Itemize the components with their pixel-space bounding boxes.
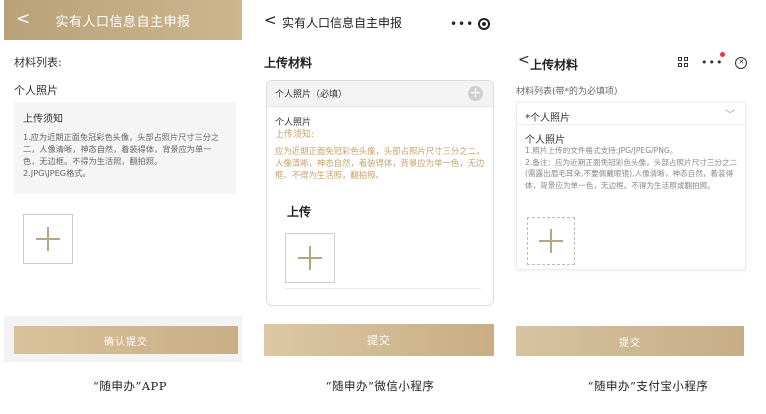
alipay-header: < 上传材料: [512, 0, 762, 72]
plus-icon: [298, 246, 322, 270]
page-title: 实有人口信息自主申报: [282, 16, 403, 30]
mini-program-capsule: •••: [444, 12, 496, 36]
add-photo-button[interactable]: [285, 233, 335, 283]
page-title: 上传材料: [530, 58, 579, 72]
add-photo-button[interactable]: [527, 217, 575, 265]
confirm-submit-button[interactable]: 确认提交: [14, 326, 238, 354]
page-title: 实有人口信息自主申报: [55, 14, 191, 30]
material-card: 个人照片（必填） + 个人照片 上传须知: 应为近期正面免冠彩色头像，头部占照片…: [266, 80, 494, 306]
chevron-down-icon: ﹀: [725, 110, 735, 121]
scan-icon[interactable]: [678, 57, 689, 68]
more-dots-icon[interactable]: •••: [450, 17, 474, 31]
materials-label: 材料列表:: [14, 56, 62, 69]
plus-circle-icon[interactable]: +: [468, 86, 483, 101]
chevron-left-icon[interactable]: <: [264, 11, 277, 29]
notification-dot: [720, 52, 726, 57]
caption-alipay: “随申办”支付宝小程序: [587, 379, 709, 393]
divider: [285, 288, 481, 289]
chevron-left-icon[interactable]: <: [518, 52, 530, 68]
item-description: 应为近期正面免冠彩色头像，头部占照片尺寸三分之二，人像清晰，神态自然，着装得体，…: [275, 146, 485, 180]
chevron-left-icon[interactable]: <: [16, 9, 30, 29]
close-circle-icon[interactable]: ✕: [735, 56, 748, 69]
material-select[interactable]: *个人照片 ﹀: [517, 103, 745, 125]
item-subtitle: 上传须知:: [275, 130, 315, 140]
add-photo-button[interactable]: [23, 214, 73, 264]
materials-list-label: 材料列表(带*的为必填项): [516, 87, 618, 97]
submit-button[interactable]: 提交: [264, 324, 494, 356]
app-screen: < 实有人口信息自主申报 材料列表: 个人照片 上传须知 1.应为近期正面免冠彩…: [4, 0, 242, 362]
more-dots-icon[interactable]: •••: [701, 52, 726, 69]
caption-app: “随申办”APP: [92, 379, 168, 393]
more-glyph: •••: [701, 56, 724, 69]
upload-label: 上传: [287, 205, 312, 219]
card-header: 个人照片（必填） +: [267, 81, 493, 107]
material-card: *个人照片 ﹀ 个人照片 1.照片上传的文件格式支持:JPG/JPEG/PNG。…: [516, 102, 746, 270]
plus-icon: [539, 229, 563, 253]
notice-body: 1.应为近期正面免冠彩色头像，头部占照片尺寸三分之二，人像清晰，神态自然，着装得…: [23, 132, 220, 178]
caption-wechat: “随申办”微信小程序: [325, 379, 435, 393]
card-header-label: 个人照片（必填）: [275, 90, 348, 100]
plus-icon: [36, 227, 60, 251]
alipay-screen: < 上传材料 ••• ✕ 材料列表(带*的为必填项) *个人照片 ﹀ 个人照片 …: [512, 0, 762, 362]
notice-title: 上传须知: [23, 114, 63, 125]
top-icons: ••• ✕: [678, 52, 748, 69]
target-icon[interactable]: [478, 18, 491, 30]
upload-title: 上传材料: [264, 56, 313, 70]
item-description: 1.照片上传的文件格式支持:JPG/JPEG/PNG。 2.备注：应为近期正面免…: [525, 146, 738, 190]
section-label: 个人照片: [14, 84, 58, 97]
wechat-screen: < 实有人口信息自主申报 ••• 上传材料 个人照片（必填） + 个人照片 上传…: [256, 0, 500, 362]
submit-button[interactable]: 提交: [516, 326, 744, 356]
app-header: < 实有人口信息自主申报: [4, 0, 242, 40]
select-value: *个人照片: [525, 113, 570, 124]
item-name: 个人照片: [525, 135, 565, 146]
upload-notice: 上传须知 1.应为近期正面免冠彩色头像，头部占照片尺寸三分之二，人像清晰，神态自…: [14, 102, 236, 194]
